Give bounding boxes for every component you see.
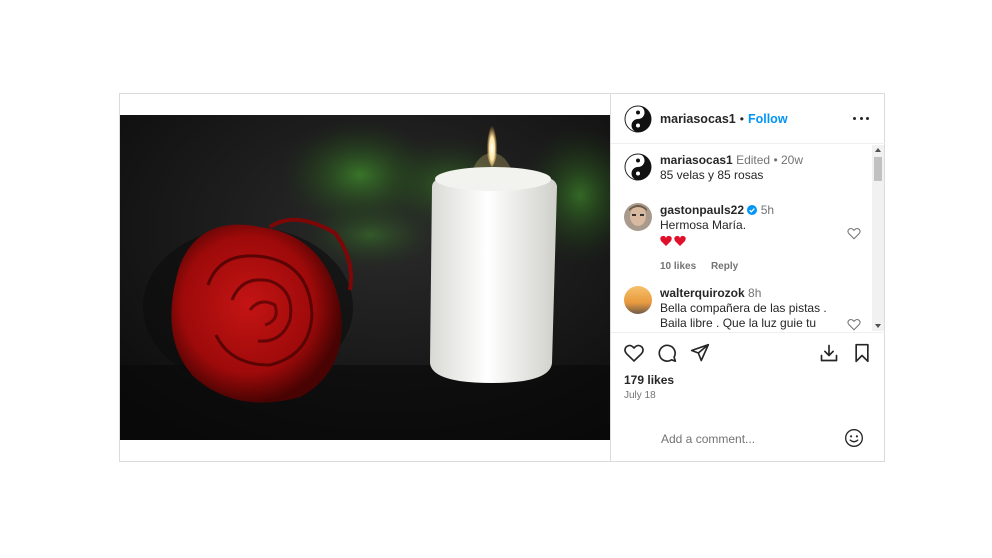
profile-photo	[624, 286, 652, 314]
follow-separator: •	[739, 111, 744, 126]
candle-rose-image	[120, 115, 610, 440]
yin-yang-icon	[624, 105, 652, 132]
caption: mariasocas1 Edited • 20w 85 velas y 85 r…	[624, 153, 803, 183]
post-sidebar: mariasocas1 • Follow mariasocas1 Edited …	[610, 94, 885, 461]
caption-time[interactable]: 20w	[781, 153, 803, 167]
post-actions	[611, 332, 885, 368]
share-icon[interactable]	[690, 343, 710, 363]
red-hearts-emoji	[660, 235, 686, 246]
comment-time[interactable]: 5h	[761, 203, 774, 217]
author-avatar[interactable]	[624, 105, 652, 133]
comments-scrollbar[interactable]	[872, 145, 884, 331]
caption-edited: Edited	[736, 153, 771, 167]
caption-text: 85 velas y 85 rosas	[660, 168, 764, 182]
commenter-username[interactable]: walterquirozok	[660, 286, 745, 300]
reply-button[interactable]: Reply	[711, 261, 738, 272]
author-username[interactable]: mariasocas1	[660, 112, 736, 126]
comment-item: walterquirozok 8h Bella compañera de las…	[624, 286, 850, 331]
more-options-icon[interactable]	[853, 110, 869, 126]
comment-item: gastonpauls22 5h Hermosa María. 10 likes…	[624, 203, 774, 274]
commenter-username[interactable]: gastonpauls22	[660, 203, 744, 217]
comment-text: Hermosa María.	[660, 218, 747, 232]
heart-icon[interactable]	[624, 343, 644, 363]
verified-badge-icon	[747, 205, 758, 215]
scroll-up-arrow[interactable]	[875, 148, 881, 152]
add-comment-placeholder: Add a comment...	[661, 431, 756, 446]
comment-likes[interactable]: 10 likes	[660, 261, 696, 272]
follow-button[interactable]: Follow	[748, 112, 788, 126]
post-media	[120, 94, 610, 461]
comment-like-heart-icon[interactable]	[847, 227, 861, 240]
likes-count[interactable]: 179 likes	[624, 373, 674, 387]
profile-photo	[624, 203, 652, 231]
scroll-thumb[interactable]	[874, 157, 882, 181]
caption-avatar[interactable]	[624, 153, 652, 181]
post-dialog: mariasocas1 • Follow mariasocas1 Edited …	[119, 93, 885, 462]
caption-username[interactable]: mariasocas1	[660, 153, 733, 167]
caption-separator: •	[773, 153, 778, 167]
download-icon[interactable]	[819, 343, 839, 363]
commenter-avatar[interactable]	[624, 203, 652, 231]
comment-time[interactable]: 8h	[748, 286, 761, 300]
commenter-avatar[interactable]	[624, 286, 652, 314]
save-icon[interactable]	[852, 343, 872, 363]
comment-emoji	[660, 235, 774, 251]
post-date[interactable]: July 18	[624, 390, 656, 401]
emoji-icon[interactable]	[844, 428, 864, 448]
yin-yang-icon	[624, 153, 652, 181]
comment-icon[interactable]	[657, 343, 677, 363]
post-photo[interactable]	[120, 115, 610, 440]
comment-text: Bella compañera de las pistas . Baila li…	[660, 301, 827, 330]
comment-like-heart-icon[interactable]	[847, 318, 861, 331]
post-header: mariasocas1 • Follow	[611, 94, 885, 144]
comments-list[interactable]: mariasocas1 Edited • 20w 85 velas y 85 r…	[611, 145, 885, 331]
scroll-down-arrow[interactable]	[875, 324, 881, 328]
